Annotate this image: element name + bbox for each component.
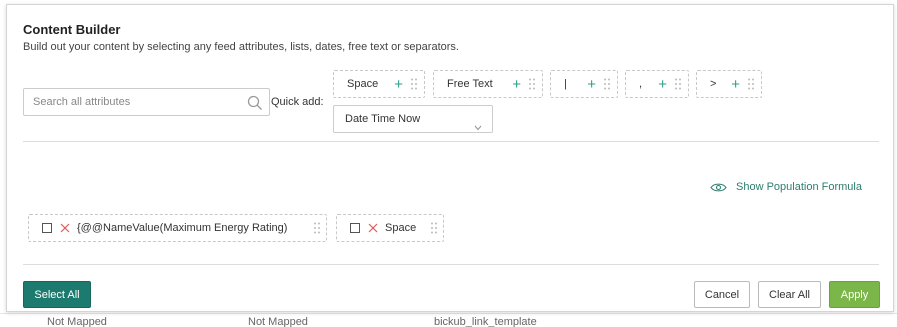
content-token[interactable]: {@@NameValue(Maximum Energy Rating): [28, 214, 327, 242]
cancel-button[interactable]: Cancel: [694, 281, 750, 308]
drag-handle-icon[interactable]: [675, 78, 681, 90]
background-table-row: Not Mapped Not Mapped bickub_link_templa…: [0, 313, 897, 327]
quick-add-chip-free-text[interactable]: Free Text +: [433, 70, 543, 98]
chip-label: >: [710, 78, 717, 90]
drag-handle-icon[interactable]: [314, 222, 320, 234]
divider: [23, 141, 879, 142]
quick-add-chip-pipe[interactable]: | +: [550, 70, 618, 98]
chip-label: Space: [347, 78, 379, 90]
dialog-title: Content Builder: [23, 22, 121, 37]
show-population-formula-link[interactable]: Show Population Formula: [710, 181, 862, 193]
apply-button[interactable]: Apply: [829, 281, 880, 308]
drag-handle-icon[interactable]: [604, 78, 610, 90]
close-icon[interactable]: [368, 223, 378, 233]
quick-add-chip-comma[interactable]: , +: [625, 70, 689, 98]
date-format-value: Date Time Now: [345, 113, 421, 125]
plus-icon[interactable]: +: [731, 77, 740, 92]
chevron-down-icon: [474, 115, 482, 141]
background-cell: Not Mapped: [47, 316, 107, 327]
token-label: {@@NameValue(Maximum Energy Rating): [77, 222, 288, 234]
content-token[interactable]: Space: [336, 214, 444, 242]
drag-handle-icon[interactable]: [431, 222, 437, 234]
drag-handle-icon[interactable]: [529, 78, 535, 90]
chip-label: |: [564, 78, 567, 90]
chip-label: Free Text: [447, 78, 493, 90]
quick-add-label: Quick add:: [271, 96, 324, 108]
background-cell: Not Mapped: [248, 316, 308, 327]
dialog-subtitle: Build out your content by selecting any …: [23, 41, 459, 53]
drag-handle-icon[interactable]: [748, 78, 754, 90]
plus-icon[interactable]: +: [658, 77, 667, 92]
eye-icon: [710, 183, 727, 191]
token-checkbox[interactable]: [350, 223, 360, 233]
formula-link-label: Show Population Formula: [736, 181, 862, 193]
token-label: Space: [385, 222, 417, 234]
drag-handle-icon[interactable]: [411, 78, 417, 90]
chip-label: ,: [639, 78, 643, 90]
close-icon[interactable]: [60, 223, 70, 233]
content-builder-dialog: Content Builder Build out your content b…: [6, 4, 894, 312]
search-input[interactable]: [24, 89, 234, 115]
search-icon[interactable]: [247, 95, 263, 114]
select-all-button[interactable]: Select All: [23, 281, 91, 308]
date-format-select[interactable]: Date Time Now: [333, 105, 493, 133]
divider: [23, 264, 879, 265]
quick-add-chip-greater-than[interactable]: > +: [696, 70, 762, 98]
clear-all-button[interactable]: Clear All: [758, 281, 821, 308]
token-checkbox[interactable]: [42, 223, 52, 233]
plus-icon[interactable]: +: [512, 77, 521, 92]
quick-add-chip-space[interactable]: Space +: [333, 70, 425, 98]
background-cell: bickub_link_template: [434, 316, 537, 327]
plus-icon[interactable]: +: [394, 77, 403, 92]
plus-icon[interactable]: +: [587, 77, 596, 92]
attribute-search: [23, 88, 270, 116]
